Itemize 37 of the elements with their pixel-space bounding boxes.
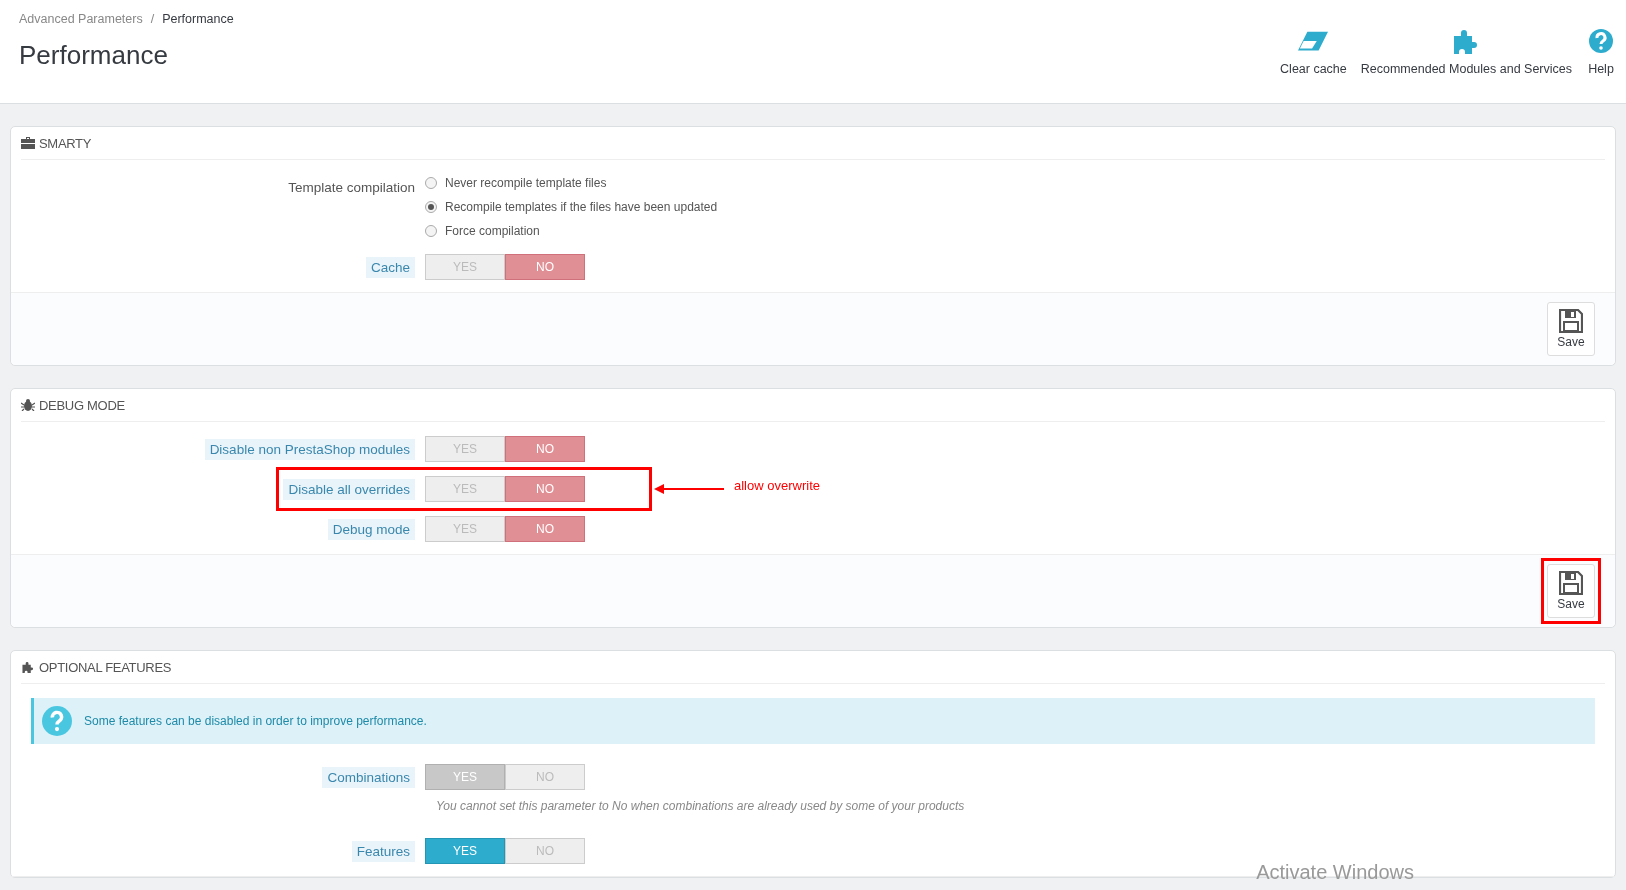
page-title: Performance xyxy=(19,40,169,71)
alert-text: Some features can be disabled in order to improve performance. xyxy=(84,714,427,728)
help-icon xyxy=(42,706,72,736)
switch-option[interactable]: YES xyxy=(425,838,505,864)
save-button[interactable]: Save xyxy=(1547,564,1595,618)
briefcase-icon xyxy=(21,137,35,149)
switch-option[interactable]: NO xyxy=(505,254,585,280)
panel-title: OPTIONAL FEATURES xyxy=(39,659,172,675)
help-text: You cannot set this parameter to No when combinations are already used by some of your products xyxy=(436,799,965,813)
toolbar-link[interactable]: Clear cache xyxy=(1280,28,1347,103)
switch-option[interactable]: NO xyxy=(505,476,585,502)
os-activation-notice: Activate Windows xyxy=(1256,861,1414,884)
field-label: Features xyxy=(351,840,415,862)
annotation-arrow xyxy=(654,484,724,494)
field-label: Disable all overrides xyxy=(283,478,415,500)
field-label: Debug mode xyxy=(327,518,415,540)
breadcrumb-item[interactable]: Advanced Parameters xyxy=(19,12,143,26)
radio-option[interactable]: Recompile templates if the files have been updated xyxy=(425,198,718,216)
save-button[interactable]: Save xyxy=(1547,302,1595,356)
toolbar-link[interactable]: Help xyxy=(1586,28,1616,103)
help-icon xyxy=(1586,28,1616,54)
field-label: Disable non PrestaShop modules xyxy=(204,438,415,460)
panel-title: DEBUG MODE xyxy=(39,397,125,413)
panel-title: SMARTY xyxy=(39,135,92,151)
switch-option[interactable]: NO xyxy=(505,516,585,542)
puzzle-icon xyxy=(21,661,35,673)
bug-icon xyxy=(21,399,35,411)
field-label: Combinations xyxy=(322,766,415,788)
radio-option[interactable]: Force compilation xyxy=(425,222,718,240)
breadcrumb-separator: / xyxy=(150,12,155,26)
field-label: Cache xyxy=(365,256,415,278)
field-label: Template compilation xyxy=(288,179,415,197)
switch-option[interactable]: NO xyxy=(505,436,585,462)
toolbar-link[interactable]: Recommended Modules and Services xyxy=(1360,28,1572,103)
radio-option[interactable]: Never recompile template files xyxy=(425,174,718,192)
breadcrumb-item: Performance xyxy=(162,12,234,26)
annotation-text: allow overwrite xyxy=(734,477,820,493)
